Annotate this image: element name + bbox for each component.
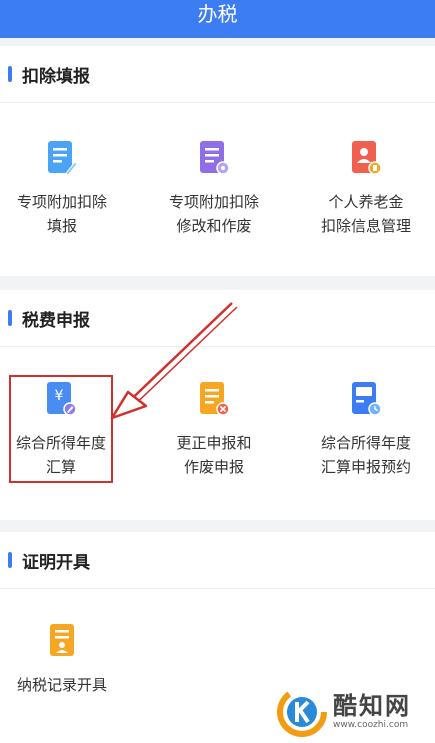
watermark-url: www.coozhi.com	[333, 720, 409, 730]
watermark-name: 酷知网	[333, 692, 411, 720]
annotation-arrow	[110, 302, 238, 420]
watermark: 酷知网 www.coozhi.com	[277, 684, 435, 740]
coozhi-logo-icon	[277, 687, 327, 737]
